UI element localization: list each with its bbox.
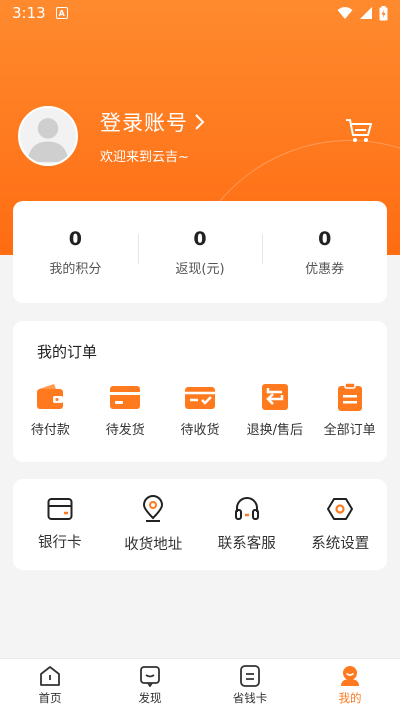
stat-points[interactable]: 0 我的积分 bbox=[13, 228, 138, 277]
order-item-label: 待付款 bbox=[30, 423, 70, 438]
tab-savings-card[interactable]: 省钱卡 bbox=[200, 659, 300, 711]
settings-hex-icon bbox=[327, 498, 354, 520]
status-time: 3:13 bbox=[12, 4, 46, 22]
profile-icon bbox=[341, 666, 359, 686]
orders-title: 我的订单 bbox=[37, 343, 98, 361]
profile-text: 登录账号 欢迎来到云吉~ bbox=[100, 107, 205, 165]
tab-label: 发现 bbox=[138, 691, 162, 705]
tab-discover[interactable]: 发现 bbox=[100, 659, 200, 711]
tab-mine[interactable]: 我的 bbox=[300, 659, 400, 711]
notification-icon: A bbox=[55, 7, 68, 19]
default-avatar-icon bbox=[27, 118, 69, 162]
battery-icon bbox=[379, 5, 388, 20]
stat-label: 优惠券 bbox=[305, 261, 345, 277]
signal-icon bbox=[360, 7, 372, 19]
status-icons bbox=[337, 5, 388, 21]
card-icon bbox=[240, 665, 260, 687]
order-all[interactable]: 全部订单 bbox=[312, 383, 387, 438]
discover-icon bbox=[140, 666, 160, 687]
order-item-label: 待收货 bbox=[180, 423, 220, 438]
return-icon bbox=[261, 384, 288, 410]
clipboard-icon bbox=[337, 383, 362, 411]
order-pending-receipt[interactable]: 待收货 bbox=[163, 383, 238, 438]
stat-coupons[interactable]: 0 优惠券 bbox=[262, 228, 387, 277]
tab-label: 我的 bbox=[338, 691, 362, 705]
tools-card: 银行卡 收货地址 联系客服 系统设置 bbox=[13, 479, 387, 570]
stat-value: 0 bbox=[193, 227, 207, 250]
order-item-label: 退换/售后 bbox=[246, 423, 303, 438]
profile-section[interactable]: 登录账号 欢迎来到云吉~ bbox=[18, 106, 205, 166]
location-pin-icon bbox=[143, 495, 164, 522]
tool-customer-service[interactable]: 联系客服 bbox=[200, 496, 294, 553]
bottom-tab-bar: 首页 发现 省钱卡 我的 bbox=[0, 658, 400, 711]
bank-card-icon bbox=[47, 498, 73, 520]
stats-card: 0 我的积分 0 返现(元) 0 优惠券 bbox=[13, 201, 387, 303]
status-bar: 3:13 A bbox=[0, 0, 400, 26]
tool-label: 联系客服 bbox=[217, 536, 276, 552]
avatar[interactable] bbox=[18, 106, 78, 166]
stat-label: 我的积分 bbox=[49, 261, 102, 277]
card-box-icon bbox=[110, 386, 141, 409]
order-pending-shipment[interactable]: 待发货 bbox=[88, 383, 163, 438]
order-pending-payment[interactable]: 待付款 bbox=[13, 383, 88, 438]
box-check-icon bbox=[184, 387, 215, 409]
tab-label: 首页 bbox=[38, 691, 62, 705]
tool-label: 银行卡 bbox=[38, 535, 82, 551]
home-icon bbox=[40, 666, 60, 686]
stat-value: 0 bbox=[68, 227, 82, 250]
chevron-right-icon bbox=[195, 114, 205, 130]
wallet-icon bbox=[37, 384, 64, 409]
tab-home[interactable]: 首页 bbox=[0, 659, 100, 711]
cart-icon[interactable] bbox=[344, 117, 374, 145]
tab-label: 省钱卡 bbox=[232, 691, 268, 705]
wifi-icon bbox=[337, 7, 353, 19]
order-status-row: 待付款 待发货 待收货 退换/售后 全部订单 bbox=[13, 383, 387, 438]
tool-address[interactable]: 收货地址 bbox=[107, 495, 201, 554]
stat-value: 0 bbox=[318, 227, 332, 250]
stat-cashback[interactable]: 0 返现(元) bbox=[137, 227, 263, 277]
tool-label: 系统设置 bbox=[311, 536, 370, 552]
order-returns[interactable]: 退换/售后 bbox=[237, 383, 312, 438]
login-link[interactable]: 登录账号 bbox=[100, 107, 205, 137]
headset-icon bbox=[234, 497, 259, 520]
orders-card: 我的订单 待付款 待发货 待收货 退换/售后 全部订单 bbox=[13, 321, 387, 462]
tool-settings[interactable]: 系统设置 bbox=[294, 496, 388, 553]
tool-label: 收货地址 bbox=[124, 537, 183, 553]
tool-bank-card[interactable]: 银行卡 bbox=[13, 497, 107, 552]
order-item-label: 待发货 bbox=[105, 423, 145, 438]
login-label: 登录账号 bbox=[100, 111, 188, 135]
stat-label: 返现(元) bbox=[175, 261, 225, 277]
order-item-label: 全部订单 bbox=[323, 423, 376, 438]
welcome-text: 欢迎来到云吉~ bbox=[100, 150, 189, 165]
